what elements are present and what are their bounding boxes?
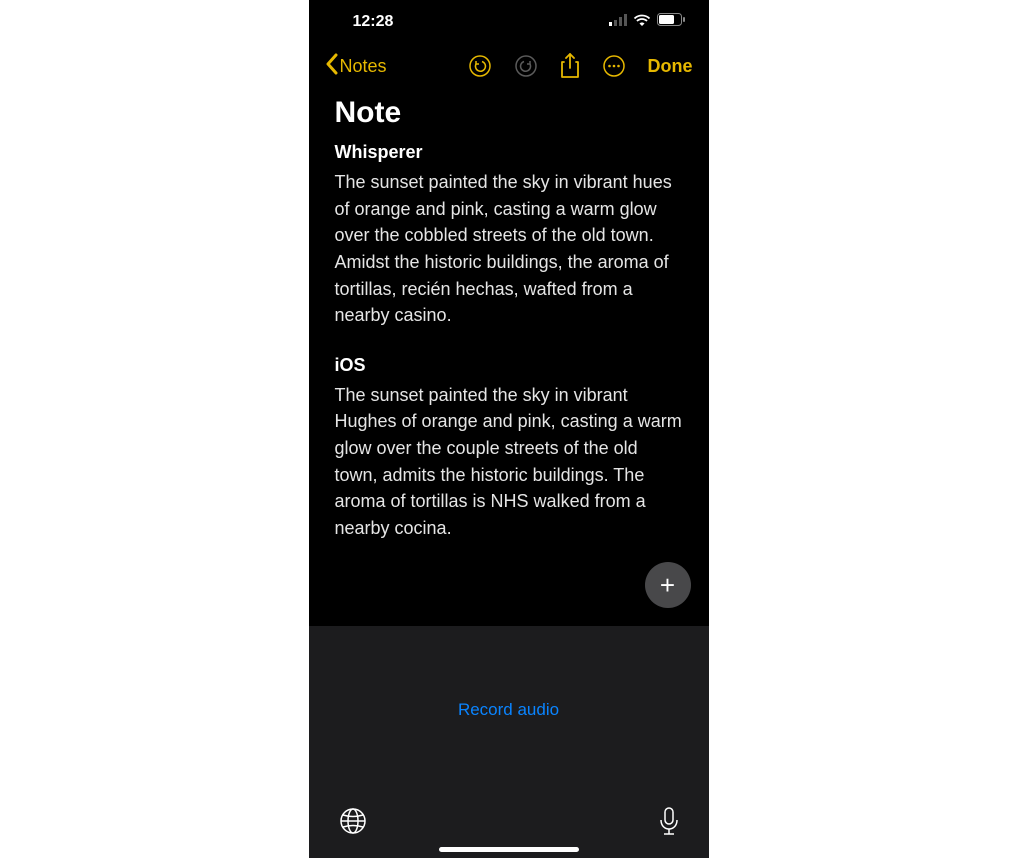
section-body-1: The sunset painted the sky in vibrant hu… (335, 169, 683, 329)
nav-actions: Done (468, 53, 693, 79)
phone-frame: 12:28 (309, 0, 709, 858)
section-heading-1: Whisperer (335, 142, 683, 163)
cellular-icon (609, 13, 627, 31)
status-bar: 12:28 (309, 0, 709, 44)
undo-button[interactable] (468, 54, 492, 78)
record-audio-button[interactable]: Record audio (309, 700, 709, 720)
keyboard-area: Record audio (309, 626, 709, 858)
add-button[interactable]: + (645, 562, 691, 608)
spacer (335, 329, 683, 355)
wifi-icon (633, 13, 651, 31)
chevron-left-icon (325, 53, 338, 80)
dictate-button[interactable] (659, 807, 679, 842)
globe-button[interactable] (339, 807, 367, 842)
more-button[interactable] (602, 54, 626, 78)
section-body-2: The sunset painted the sky in vibrant Hu… (335, 382, 683, 542)
note-title: Note (335, 96, 683, 130)
done-button[interactable]: Done (648, 56, 693, 77)
battery-icon (657, 13, 685, 31)
redo-button (514, 54, 538, 78)
back-label: Notes (340, 56, 387, 77)
note-content[interactable]: Note Whisperer The sunset painted the sk… (309, 88, 709, 626)
back-button[interactable]: Notes (325, 53, 387, 80)
nav-bar: Notes (309, 44, 709, 88)
status-time: 12:28 (353, 13, 394, 31)
keyboard-bottom-row (309, 807, 709, 842)
home-indicator[interactable] (439, 847, 579, 852)
share-button[interactable] (560, 53, 580, 79)
section-heading-2: iOS (335, 355, 683, 376)
status-icons (609, 13, 685, 31)
plus-icon: + (660, 570, 675, 601)
